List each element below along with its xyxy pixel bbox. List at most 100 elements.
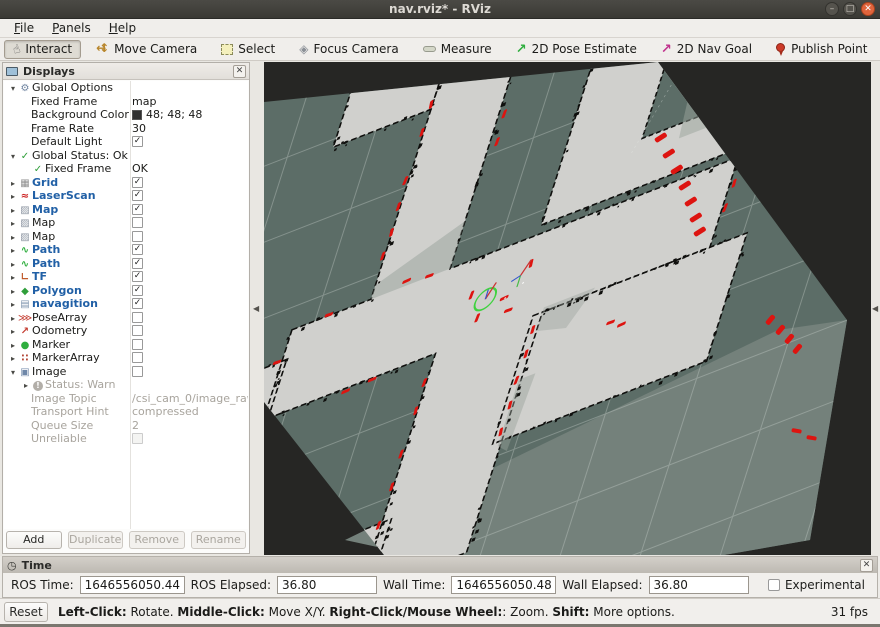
tree-row-posearray[interactable]: ▸⋙PoseArray xyxy=(4,311,248,325)
minimize-button[interactable]: – xyxy=(825,2,839,16)
expander-closed-icon[interactable]: ▸ xyxy=(8,325,18,339)
expander-closed-icon[interactable]: ▸ xyxy=(8,339,18,353)
tree-row-image[interactable]: ▾▣Image xyxy=(4,365,248,379)
tree-row-polygon[interactable]: ▸◆Polygon✓ xyxy=(4,284,248,298)
status-bar: Reset Left-Click: Rotate. Middle-Click: … xyxy=(0,598,880,624)
tree-row-fixed-frame[interactable]: Fixed Framemap xyxy=(4,95,248,109)
row-checkbox[interactable]: ✓ xyxy=(132,190,143,201)
tree-row-tf[interactable]: ▸∟TF✓ xyxy=(4,270,248,284)
interact-tool-button[interactable]: ☝Interact xyxy=(4,40,81,59)
expander-closed-icon[interactable]: ▸ xyxy=(8,190,18,204)
experimental-checkbox[interactable] xyxy=(768,579,780,591)
row-checkbox[interactable]: ✓ xyxy=(132,258,143,269)
tree-row-fixed-frame[interactable]: ✓Fixed FrameOK xyxy=(4,162,248,176)
tree-row-global-status-ok[interactable]: ▾✓Global Status: Ok xyxy=(4,149,248,163)
publish-point-tool-button[interactable]: Publish Point xyxy=(767,40,876,59)
move-camera-tool-button[interactable]: ↔↕Move Camera xyxy=(87,40,206,59)
ros-time-input[interactable] xyxy=(80,576,185,594)
tree-row-frame-rate[interactable]: Frame Rate30 xyxy=(4,122,248,136)
tree-row-grid[interactable]: ▸▦Grid✓ xyxy=(4,176,248,190)
tree-row-status-warn[interactable]: ▸!Status: Warn xyxy=(4,378,248,392)
expander-closed-icon[interactable]: ▸ xyxy=(8,177,18,191)
tree-row-path[interactable]: ▸∿Path✓ xyxy=(4,257,248,271)
expander-open-icon[interactable]: ▾ xyxy=(8,82,18,96)
expander-closed-icon[interactable]: ▸ xyxy=(8,258,18,272)
row-checkbox[interactable]: ✓ xyxy=(132,136,143,147)
tree-row-markerarray[interactable]: ▸∷MarkerArray xyxy=(4,351,248,365)
expander-closed-icon[interactable]: ▸ xyxy=(8,244,18,258)
tree-row-value[interactable]: map xyxy=(132,95,156,109)
row-checkbox[interactable] xyxy=(132,312,143,323)
expander-closed-icon[interactable]: ▸ xyxy=(21,379,31,393)
panel-splitter[interactable]: ◀ xyxy=(250,61,264,556)
tree-row-navagition[interactable]: ▸▤navagition✓ xyxy=(4,297,248,311)
tree-row-unreliable[interactable]: Unreliable xyxy=(4,432,248,446)
displays-panel-header[interactable]: Displays ✕ xyxy=(3,63,249,80)
row-checkbox[interactable]: ✓ xyxy=(132,244,143,255)
tree-row-map[interactable]: ▸▨Map xyxy=(4,216,248,230)
close-button[interactable]: ✕ xyxy=(861,2,875,16)
tree-row-default-light[interactable]: Default Light✓ xyxy=(4,135,248,149)
row-checkbox[interactable] xyxy=(132,231,143,242)
row-checkbox[interactable] xyxy=(132,325,143,336)
add-display-button[interactable]: Add xyxy=(6,531,62,549)
titlebar[interactable]: nav.rviz* - RViz – □ ✕ xyxy=(0,0,880,19)
tree-row-value[interactable]: 48; 48; 48 xyxy=(146,108,202,122)
menu-panels[interactable]: Panels xyxy=(44,20,99,36)
row-checkbox[interactable] xyxy=(132,339,143,350)
3d-viewport[interactable] xyxy=(264,62,871,555)
row-checkbox[interactable]: ✓ xyxy=(132,298,143,309)
pose-estimate-tool-button[interactable]: ↗2D Pose Estimate xyxy=(507,40,646,59)
nav-goal-tool-button[interactable]: ↗2D Nav Goal xyxy=(652,40,761,59)
measure-tool-button[interactable]: Measure xyxy=(414,40,501,59)
row-checkbox[interactable] xyxy=(132,366,143,377)
row-checkbox[interactable]: ✓ xyxy=(132,177,143,188)
tree-row-transport-hint[interactable]: Transport Hintcompressed xyxy=(4,405,248,419)
time-panel-header[interactable]: ◷ Time ✕ xyxy=(3,557,877,573)
right-splitter-collapse-icon[interactable]: ◀ xyxy=(872,304,878,313)
maximize-button[interactable]: □ xyxy=(843,2,857,16)
interact-tool-label: Interact xyxy=(25,42,72,56)
expander-closed-icon[interactable]: ▸ xyxy=(8,231,18,245)
displays-panel-close-icon[interactable]: ✕ xyxy=(233,65,246,78)
tree-row-queue-size[interactable]: Queue Size2 xyxy=(4,419,248,433)
tree-row-map[interactable]: ▸▨Map✓ xyxy=(4,203,248,217)
row-checkbox[interactable] xyxy=(132,217,143,228)
tree-row-image-topic[interactable]: Image Topic/csi_cam_0/image_raw xyxy=(4,392,248,406)
expander-closed-icon[interactable]: ▸ xyxy=(8,271,18,285)
tree-row-path[interactable]: ▸∿Path✓ xyxy=(4,243,248,257)
expander-closed-icon[interactable]: ▸ xyxy=(8,285,18,299)
menu-file[interactable]: File xyxy=(6,20,42,36)
expander-closed-icon[interactable]: ▸ xyxy=(8,352,18,366)
tree-row-map[interactable]: ▸▨Map xyxy=(4,230,248,244)
time-panel: ◷ Time ✕ ROS Time:ROS Elapsed:Wall Time:… xyxy=(2,556,878,598)
expander-closed-icon[interactable]: ▸ xyxy=(8,298,18,312)
expander-closed-icon[interactable]: ▸ xyxy=(8,204,18,218)
tree-row-background-color[interactable]: Background Color48; 48; 48 xyxy=(4,108,248,122)
row-checkbox[interactable]: ✓ xyxy=(132,204,143,215)
time-panel-close-icon[interactable]: ✕ xyxy=(860,559,873,572)
expander-closed-icon[interactable]: ▸ xyxy=(8,312,18,326)
tree-row-odometry[interactable]: ▸↗Odometry xyxy=(4,324,248,338)
tree-row-laserscan[interactable]: ▸≈LaserScan✓ xyxy=(4,189,248,203)
wall-elapsed-input[interactable] xyxy=(649,576,749,594)
reset-button[interactable]: Reset xyxy=(4,602,48,622)
right-panel-splitter[interactable]: ◀ xyxy=(871,61,880,556)
row-checkbox[interactable] xyxy=(132,352,143,363)
expander-open-icon[interactable]: ▾ xyxy=(8,366,18,380)
select-tool-button[interactable]: Select xyxy=(212,40,284,59)
tree-row-value[interactable]: 30 xyxy=(132,122,146,136)
ros-elapsed-input[interactable] xyxy=(277,576,377,594)
tree-row-global-options[interactable]: ▾⚙Global Options xyxy=(4,81,248,95)
row-checkbox[interactable]: ✓ xyxy=(132,271,143,282)
row-checkbox[interactable]: ✓ xyxy=(132,285,143,296)
tree-row-marker[interactable]: ▸●Marker xyxy=(4,338,248,352)
tree-row-value[interactable]: OK xyxy=(132,162,148,176)
menu-help[interactable]: Help xyxy=(101,20,144,36)
splitter-collapse-icon[interactable]: ◀ xyxy=(253,304,259,313)
expander-closed-icon[interactable]: ▸ xyxy=(8,217,18,231)
expander-open-icon[interactable]: ▾ xyxy=(8,150,18,164)
wall-time-input[interactable] xyxy=(451,576,556,594)
row-checkbox[interactable] xyxy=(132,433,143,444)
focus-camera-tool-button[interactable]: ◈Focus Camera xyxy=(290,40,407,59)
